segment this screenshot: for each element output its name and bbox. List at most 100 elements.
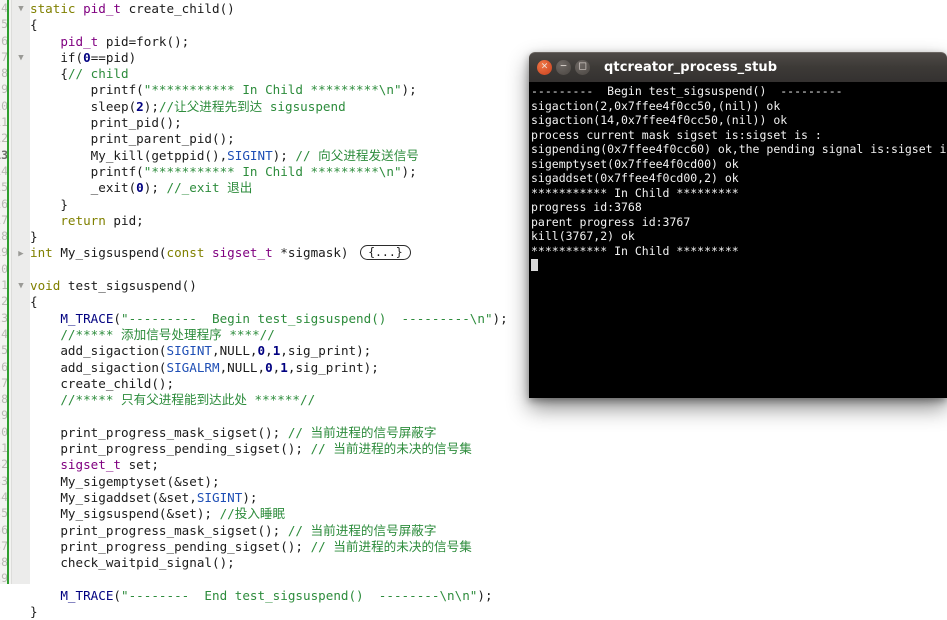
code-token: 0 bbox=[265, 359, 273, 375]
code-token: ); bbox=[272, 147, 296, 163]
collapsed-block-chip[interactable]: {...} bbox=[360, 245, 411, 261]
code-token: pid; bbox=[105, 212, 144, 228]
code-token: pid_t bbox=[60, 33, 99, 49]
code-token: ==pid) bbox=[90, 49, 137, 65]
fold-expanded-icon[interactable]: ▼ bbox=[15, 280, 27, 292]
code-token: //***** 添加信号处理程序 ****// bbox=[60, 326, 275, 342]
window-title: qtcreator_process_stub bbox=[604, 60, 778, 75]
code-token: ); bbox=[477, 587, 493, 603]
code-token: // 当前进程的信号屏蔽字 bbox=[287, 424, 437, 440]
code-line[interactable] bbox=[30, 408, 947, 424]
code-line[interactable]: check_waitpid_signal(); bbox=[30, 555, 947, 571]
code-line[interactable]: print_progress_mask_sigset(); // 当前进程的信号… bbox=[30, 523, 947, 539]
terminal-title-bar[interactable]: × − □ qtcreator_process_stub bbox=[529, 52, 947, 82]
code-token: add_sigaction( bbox=[60, 359, 167, 375]
code-line[interactable]: sigset_t set; bbox=[30, 457, 947, 473]
code-token: ( bbox=[113, 310, 122, 326]
minimize-glyph: − bbox=[559, 61, 568, 72]
code-token: printf( bbox=[90, 82, 144, 98]
terminal-cursor bbox=[531, 259, 538, 271]
fold-marker-column[interactable]: ▼ ▼ ▶ ▼ bbox=[12, 0, 30, 584]
code-token: void bbox=[30, 278, 61, 294]
code-token: static bbox=[30, 1, 76, 16]
code-token: // child bbox=[67, 66, 129, 82]
code-line[interactable] bbox=[30, 571, 947, 587]
code-token: // 当前进程的信号屏蔽字 bbox=[287, 522, 437, 538]
code-token: //_exit 退出 bbox=[166, 180, 253, 196]
code-token: SIGINT bbox=[196, 489, 243, 505]
code-token: My_sigemptyset(&set); bbox=[60, 473, 220, 489]
code-token: SIGINT bbox=[166, 343, 213, 359]
terminal-line: sigemptyset(0x7ffee4f0cd00) ok bbox=[531, 156, 739, 171]
code-line[interactable]: My_sigemptyset(&set); bbox=[30, 474, 947, 490]
terminal-cursor-line bbox=[531, 258, 947, 273]
code-token: { bbox=[30, 17, 38, 33]
code-token: _exit( bbox=[90, 180, 137, 196]
code-line[interactable]: My_sigaddset(&set,SIGINT); bbox=[30, 490, 947, 506]
code-line[interactable]: } bbox=[30, 604, 947, 620]
terminal-line: process current mask sigset is:sigset is… bbox=[531, 127, 822, 142]
code-line[interactable]: print_progress_mask_sigset(); // 当前进程的信号… bbox=[30, 425, 947, 441]
code-line[interactable]: print_progress_pending_sigset(); // 当前进程… bbox=[30, 441, 947, 457]
code-token: ,sig_print); bbox=[287, 359, 379, 375]
terminal-output[interactable]: --------- Begin test_sigsuspend() ------… bbox=[529, 82, 947, 398]
terminal-line: sigpending(0x7ffee4f0cc60) ok,the pendin… bbox=[531, 142, 947, 156]
code-token: print_progress_mask_sigset(); bbox=[60, 522, 288, 538]
code-token: print_progress_mask_sigset(); bbox=[60, 424, 288, 440]
code-line[interactable]: My_sigsuspend(&set); //投入睡眠 bbox=[30, 506, 947, 522]
terminal-window[interactable]: × − □ qtcreator_process_stub --------- B… bbox=[529, 52, 947, 398]
terminal-line: kill(3767,2) ok bbox=[531, 229, 635, 243]
code-token: SIGALRM bbox=[166, 359, 220, 375]
close-glyph: × bbox=[540, 61, 549, 72]
code-line[interactable]: pid_t pid=fork(); bbox=[30, 34, 947, 50]
code-token: sigset_t bbox=[212, 245, 273, 261]
code-token: M_TRACE bbox=[60, 310, 114, 326]
fold-collapsed-icon[interactable]: ▶ bbox=[15, 248, 27, 260]
code-token: 2 bbox=[136, 98, 144, 114]
code-line[interactable]: M_TRACE("-------- End test_sigsuspend() … bbox=[30, 588, 947, 604]
code-token: ,NULL, bbox=[219, 359, 266, 375]
minimize-icon[interactable]: − bbox=[556, 60, 571, 75]
code-token: } bbox=[30, 229, 38, 245]
code-token: print_parent_pid(); bbox=[90, 131, 235, 147]
maximize-glyph: □ bbox=[578, 61, 587, 72]
code-token: SIGINT bbox=[227, 147, 273, 163]
code-token: ); bbox=[401, 163, 417, 179]
code-token: create_child() bbox=[121, 1, 235, 16]
fold-expanded-icon[interactable]: ▼ bbox=[15, 52, 27, 64]
code-token: //投入睡眠 bbox=[219, 506, 286, 522]
code-token: const bbox=[166, 245, 205, 261]
code-token: } bbox=[60, 196, 68, 212]
code-token: { bbox=[60, 66, 68, 82]
code-token: } bbox=[30, 603, 38, 619]
code-token: pid_t bbox=[83, 1, 122, 16]
code-line[interactable]: { bbox=[30, 17, 947, 33]
code-token: 0 bbox=[257, 343, 266, 359]
fold-expanded-icon[interactable]: ▼ bbox=[15, 3, 27, 15]
code-line[interactable]: print_progress_pending_sigset(); // 当前进程… bbox=[30, 539, 947, 555]
code-line[interactable]: static pid_t create_child() bbox=[30, 1, 947, 17]
code-token: 1 bbox=[280, 359, 288, 375]
close-icon[interactable]: × bbox=[537, 60, 552, 75]
code-token: check_waitpid_signal(); bbox=[60, 555, 235, 571]
code-token: M_TRACE bbox=[60, 587, 114, 603]
maximize-icon[interactable]: □ bbox=[575, 60, 590, 75]
code-token: return bbox=[60, 212, 106, 228]
code-token: "--------- Begin test_sigsuspend() -----… bbox=[121, 310, 493, 326]
